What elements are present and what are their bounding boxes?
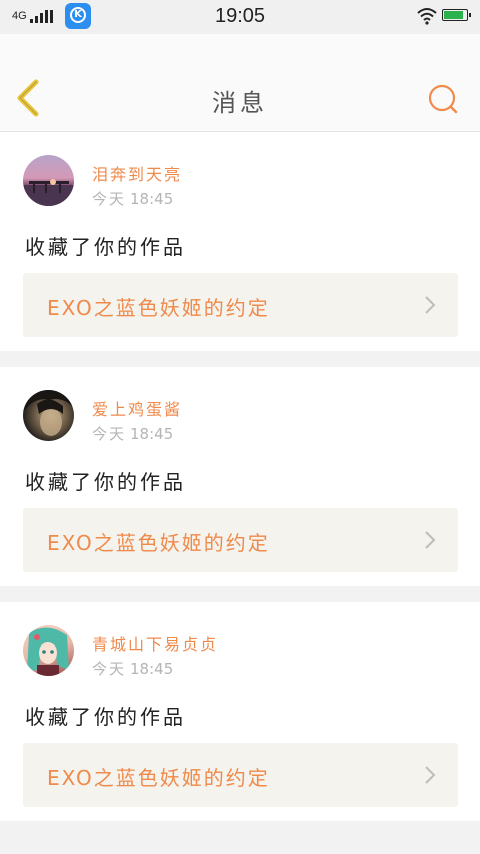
username[interactable]: 青城山下易贞贞 xyxy=(92,631,218,655)
work-link[interactable]: EXO之蓝色妖姬的约定 xyxy=(23,508,458,572)
message-card: 青城山下易贞贞 今天 18:45 收藏了你的作品 EXO之蓝色妖姬的约定 xyxy=(0,602,480,821)
work-title: EXO之蓝色妖姬的约定 xyxy=(47,766,270,790)
chevron-right-icon xyxy=(425,531,436,549)
timestamp: 今天 18:45 xyxy=(92,660,174,678)
anime-character-image xyxy=(27,627,69,676)
battery-icon xyxy=(442,9,471,21)
timestamp: 今天 18:45 xyxy=(92,425,174,443)
sunset-image xyxy=(23,179,74,206)
timestamp: 今天 18:45 xyxy=(92,190,174,208)
action-text: 收藏了你的作品 xyxy=(25,705,186,729)
wifi-icon xyxy=(417,8,437,25)
page-title: 消息 xyxy=(212,89,268,117)
action-text: 收藏了你的作品 xyxy=(25,470,186,494)
avatar[interactable] xyxy=(23,155,74,206)
avatar[interactable] xyxy=(23,390,74,441)
search-icon[interactable] xyxy=(426,82,460,116)
avatar[interactable] xyxy=(23,625,74,676)
work-title: EXO之蓝色妖姬的约定 xyxy=(47,531,270,555)
work-link[interactable]: EXO之蓝色妖姬的约定 xyxy=(23,273,458,337)
person-image xyxy=(23,390,74,436)
status-bar: 4G K 19:05 xyxy=(0,0,480,34)
message-list: 泪奔到天亮 今天 18:45 收藏了你的作品 EXO之蓝色妖姬的约定 爱上鸡蛋酱 … xyxy=(0,132,480,837)
username[interactable]: 泪奔到天亮 xyxy=(92,161,182,185)
message-card: 爱上鸡蛋酱 今天 18:45 收藏了你的作品 EXO之蓝色妖姬的约定 xyxy=(0,367,480,586)
work-title: EXO之蓝色妖姬的约定 xyxy=(47,296,270,320)
action-text: 收藏了你的作品 xyxy=(25,235,186,259)
header: 消息 xyxy=(0,34,480,132)
work-link[interactable]: EXO之蓝色妖姬的约定 xyxy=(23,743,458,807)
chevron-right-icon xyxy=(425,766,436,784)
username[interactable]: 爱上鸡蛋酱 xyxy=(92,396,182,420)
chevron-right-icon xyxy=(425,296,436,314)
clock: 19:05 xyxy=(214,5,266,27)
message-card: 泪奔到天亮 今天 18:45 收藏了你的作品 EXO之蓝色妖姬的约定 xyxy=(0,132,480,351)
